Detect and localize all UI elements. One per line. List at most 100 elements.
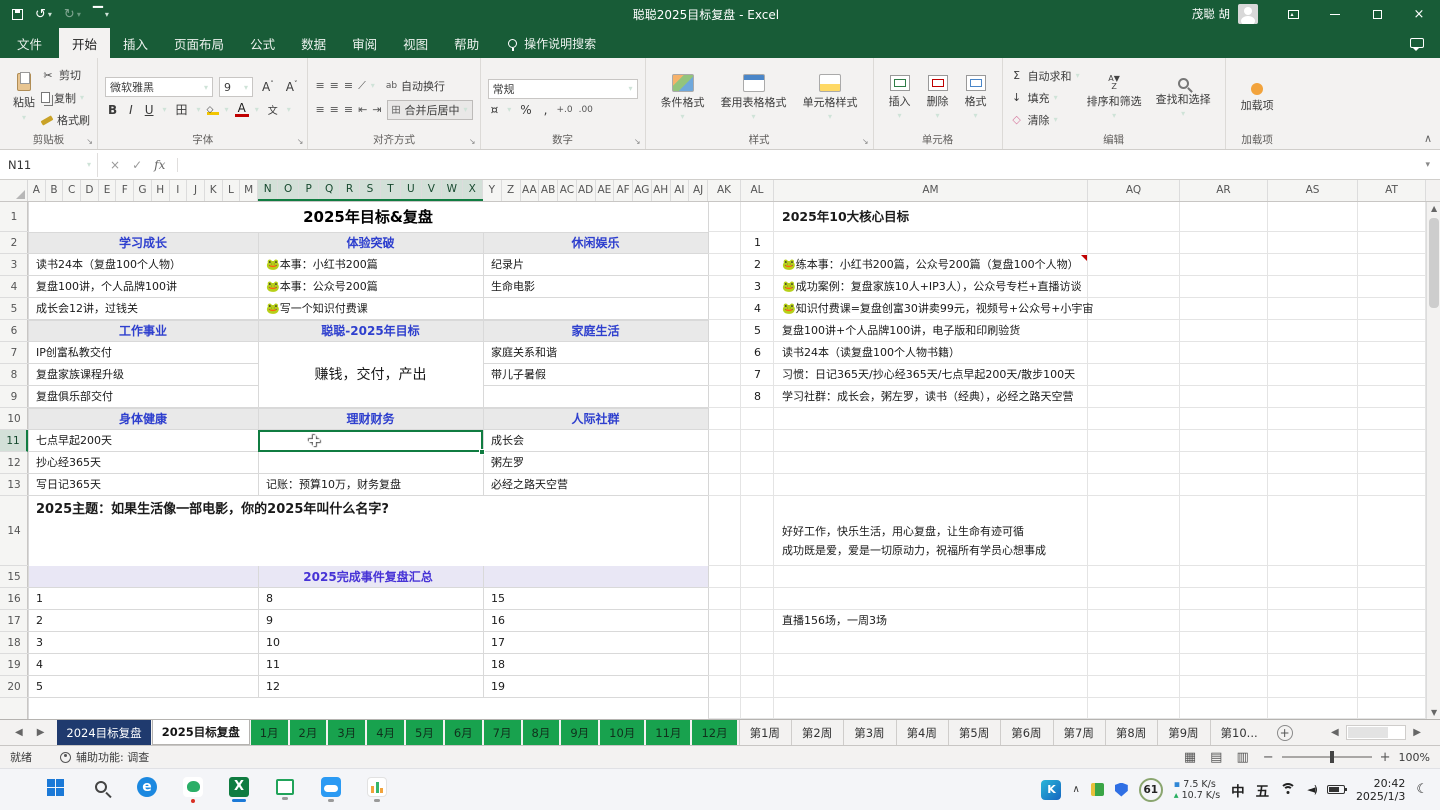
cell-text[interactable]: 写日记365天 — [36, 474, 256, 496]
cell[interactable] — [708, 364, 741, 386]
decrease-indent-icon[interactable]: ⇤ — [358, 103, 366, 116]
align-top-icon[interactable]: ≡ — [315, 79, 323, 92]
cell[interactable] — [1358, 588, 1426, 610]
taskbar-chart-app-button[interactable] — [364, 775, 390, 805]
volume-icon[interactable]: ◄) — [1307, 783, 1316, 796]
cell[interactable] — [1358, 610, 1426, 632]
sheet-tab-8月[interactable]: 8月 — [523, 720, 560, 745]
merged-cell-text[interactable]: 赚钱，交付，产出 — [258, 342, 483, 408]
goal-text[interactable]: 读书24本（读复盘100个人物书籍） — [782, 342, 960, 364]
menu-tab-数据[interactable]: 数据 — [288, 28, 339, 58]
italic-button[interactable]: I — [126, 103, 136, 117]
col-header-B[interactable]: B — [46, 180, 64, 201]
cell[interactable] — [1268, 320, 1358, 342]
cell[interactable] — [1180, 386, 1268, 408]
cell-text[interactable]: 带儿子暑假 — [491, 364, 706, 386]
cell[interactable]: 2 — [28, 610, 258, 632]
cell[interactable] — [708, 452, 741, 474]
cell[interactable] — [708, 276, 741, 298]
section-header[interactable]: 休闲娱乐 — [483, 232, 708, 254]
cell[interactable]: 16 — [483, 610, 708, 632]
cell[interactable] — [1180, 202, 1268, 232]
cell[interactable] — [774, 232, 1088, 254]
section-header[interactable]: 聪聪-2025年目标 — [258, 320, 483, 342]
cell[interactable] — [1180, 654, 1268, 676]
col-header-I[interactable]: I — [170, 180, 188, 201]
cut-button[interactable]: ✂剪切 — [41, 65, 90, 85]
cell[interactable] — [708, 232, 741, 254]
number-format-combo[interactable]: 常规▾ — [488, 79, 638, 99]
cell[interactable]: 17 — [483, 632, 708, 654]
cell[interactable] — [1268, 232, 1358, 254]
media-app-icon[interactable]: K — [1041, 780, 1061, 800]
cell[interactable] — [1180, 430, 1268, 452]
ribbon-display-options-button[interactable] — [1272, 0, 1314, 28]
underline-button[interactable]: U — [142, 103, 157, 117]
cell[interactable]: 12 — [258, 676, 483, 698]
tell-me-search[interactable]: 操作说明搜索 — [508, 28, 596, 58]
orientation-icon[interactable]: ⟋ — [358, 79, 365, 93]
cell[interactable] — [1358, 232, 1426, 254]
cell-text[interactable]: 复盘俱乐部交付 — [36, 386, 256, 408]
wifi-icon[interactable] — [1280, 783, 1296, 796]
sheet-tab-4月[interactable]: 4月 — [367, 720, 404, 745]
sheet-tab-9月[interactable]: 9月 — [561, 720, 598, 745]
start-button[interactable] — [42, 775, 68, 805]
sheet-tab-2月[interactable]: 2月 — [290, 720, 327, 745]
sheet-tab-第2周[interactable]: 第2周 — [791, 720, 842, 745]
zoom-out-button[interactable]: − — [1263, 750, 1274, 765]
sheet-tab-2024目标复盘[interactable]: 2024目标复盘 — [57, 720, 150, 745]
taskbar-cloud-app-button[interactable] — [318, 775, 344, 805]
cell-text[interactable]: 七点早起200天 — [36, 430, 256, 452]
cell[interactable] — [774, 632, 1088, 654]
close-button[interactable]: × — [1398, 0, 1440, 28]
col-header-N[interactable]: N — [258, 180, 278, 199]
cell[interactable] — [1088, 254, 1180, 276]
cell[interactable] — [1088, 320, 1180, 342]
taskbar-edge-button[interactable]: e — [134, 775, 160, 805]
cell[interactable] — [774, 654, 1088, 676]
col-header-AR[interactable]: AR — [1180, 180, 1268, 201]
cell[interactable] — [1268, 474, 1358, 496]
taskbar-search-button[interactable] — [88, 775, 114, 805]
cell[interactable] — [741, 452, 774, 474]
cell[interactable] — [1180, 364, 1268, 386]
cell[interactable] — [1268, 276, 1358, 298]
vscroll-thumb[interactable] — [1429, 218, 1439, 308]
save-button[interactable] — [12, 9, 23, 20]
cell[interactable] — [1358, 676, 1426, 698]
cell[interactable] — [1268, 676, 1358, 698]
cell[interactable] — [708, 342, 741, 364]
col-header-AQ[interactable]: AQ — [1088, 180, 1180, 201]
cell[interactable] — [1268, 588, 1358, 610]
name-box[interactable]: N11▾ — [2, 153, 98, 177]
cell[interactable] — [1088, 632, 1180, 654]
cell[interactable]: 10 — [258, 632, 483, 654]
tab-file[interactable]: 文件 — [0, 28, 59, 58]
dialog-launcher-icon[interactable]: ↘ — [86, 137, 93, 146]
menu-tab-审阅[interactable]: 审阅 — [339, 28, 390, 58]
cell[interactable] — [1088, 610, 1180, 632]
cell[interactable] — [774, 474, 1088, 496]
cell[interactable] — [1358, 408, 1426, 430]
menu-tab-视图[interactable]: 视图 — [390, 28, 441, 58]
cell[interactable] — [774, 430, 1088, 452]
cell[interactable] — [1180, 588, 1268, 610]
cell[interactable] — [1268, 408, 1358, 430]
battery-score-badge[interactable]: 61 — [1139, 778, 1163, 802]
accounting-format-button[interactable]: ¤ — [488, 103, 502, 117]
cell[interactable] — [774, 408, 1088, 430]
cell[interactable] — [708, 254, 741, 276]
copy-button[interactable]: 复制▾ — [41, 88, 90, 108]
cell[interactable] — [1358, 320, 1426, 342]
col-header-H[interactable]: H — [152, 180, 170, 201]
sheet-tab-第8周[interactable]: 第8周 — [1105, 720, 1156, 745]
col-header-J[interactable]: J — [187, 180, 205, 201]
taskbar-excel-button[interactable]: X — [226, 775, 252, 805]
cell[interactable] — [1268, 610, 1358, 632]
scroll-down-icon[interactable]: ▼ — [1431, 708, 1437, 717]
align-center-icon[interactable]: ≡ — [330, 103, 338, 116]
collapse-ribbon-icon[interactable]: ∧ — [1424, 132, 1432, 145]
cell-text[interactable]: 读书24本（复盘100个人物） — [36, 254, 256, 276]
sheet-tab-第5周[interactable]: 第5周 — [948, 720, 999, 745]
